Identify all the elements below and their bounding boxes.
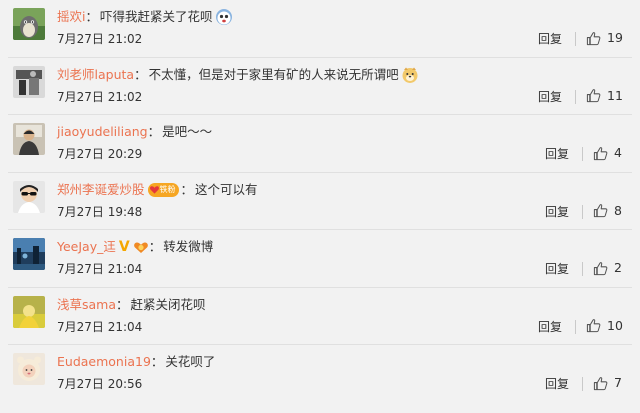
comment-text: 是吧～～ (162, 124, 213, 139)
comment-item: 刘老师laputa ： 不太懂，但是对于家里有矿的人来说无所谓吧 7月27日 2… (0, 58, 640, 115)
colon: ： (85, 9, 98, 24)
comment-item: Eudaemonia19 ： 关花呗了 7月27日 20:56 回复 7 (0, 345, 640, 403)
like-button[interactable]: 7 (593, 375, 622, 391)
avatar[interactable] (13, 8, 45, 40)
username[interactable]: 刘老师laputa (57, 65, 134, 85)
comment-time: 20:29 (107, 147, 143, 161)
divider (575, 89, 576, 104)
comment-item: jiaoyudeliliang ： 是吧～～ 7月27日 20:29 回复 4 (0, 115, 640, 173)
like-count: 7 (614, 375, 622, 390)
username[interactable]: jiaoyudeliliang (57, 122, 148, 142)
colon: ： (180, 181, 194, 197)
comment-list: 摇欢i ： 吓得我赶紧关了花呗 7月27日 21:02 回复 19 刘老师lap… (0, 0, 640, 413)
colon: ： (134, 66, 147, 82)
thumbs-up-icon (593, 261, 608, 275)
like-button[interactable]: 11 (586, 88, 623, 104)
comment-date: 7月27日 (57, 377, 104, 391)
colon: ： (147, 124, 161, 139)
divider (582, 147, 583, 161)
thumbs-up-icon (593, 204, 608, 218)
thumbs-up-icon (593, 146, 608, 160)
avatar[interactable] (13, 65, 45, 98)
doge-face-emoji-icon (401, 66, 419, 84)
like-count: 2 (614, 260, 622, 275)
comment-date: 7月27日 (57, 319, 104, 334)
comment-time: 21:02 (107, 32, 143, 46)
comment-timestamp: 7月27日 21:04 (57, 261, 142, 277)
thumbs-up-icon (586, 89, 601, 103)
avatar[interactable] (13, 353, 45, 385)
comment-time: 19:48 (107, 204, 143, 219)
colon: ： (148, 239, 162, 254)
thumbs-up-icon (593, 376, 608, 390)
comment-time: 20:56 (107, 377, 143, 391)
like-count: 11 (607, 87, 623, 103)
colon: ： (116, 296, 129, 312)
comment-date: 7月27日 (57, 89, 104, 104)
comment-timestamp: 7月27日 20:56 (57, 376, 142, 392)
reply-button[interactable]: 回复 (545, 376, 569, 392)
comment-item: YeeJay_迋 V ： 转发微博 7月27日 21:04 回复 2 (0, 230, 640, 288)
username[interactable]: 郑州李诞爱炒股 (57, 180, 145, 200)
username[interactable]: YeeJay_迋 (57, 237, 116, 257)
heart-icon (149, 186, 159, 194)
reply-button[interactable]: 回复 (538, 31, 562, 47)
username[interactable]: 浅草sama (57, 295, 116, 315)
comment-item: 浅草sama ： 赶紧关闭花呗 7月27日 21:04 回复 10 (0, 288, 640, 345)
comment-timestamp: 7月27日 20:29 (57, 146, 142, 162)
like-button[interactable]: 8 (593, 203, 622, 219)
reply-button[interactable]: 回复 (538, 319, 562, 335)
fan-badge: 铁粉 (147, 182, 181, 197)
comment-time: 21:02 (107, 89, 143, 104)
comment-date: 7月27日 (57, 262, 104, 276)
like-button[interactable]: 4 (593, 145, 622, 161)
comment-timestamp: 7月27日 21:02 (57, 89, 142, 105)
fan-badge-label: 铁粉 (159, 184, 176, 194)
comment-item: 郑州李诞爱炒股 铁粉 ： 这个可以有 7月27日 19:48 回复 8 (0, 173, 640, 230)
like-count: 8 (614, 202, 622, 218)
comment-text: 吓得我赶紧关了花呗 (100, 9, 213, 24)
reply-button[interactable]: 回复 (545, 261, 569, 277)
like-count: 10 (607, 317, 623, 333)
comment-text: 赶紧关闭花呗 (130, 296, 206, 312)
shocked-face-emoji-icon (215, 8, 233, 26)
comment-text: 转发微博 (163, 239, 214, 254)
divider (582, 204, 583, 219)
comment-date: 7月27日 (57, 147, 104, 161)
divider (582, 377, 583, 391)
colon: ： (150, 354, 164, 369)
comment-timestamp: 7月27日 21:02 (57, 31, 142, 47)
divider (575, 319, 576, 334)
comment-date: 7月27日 (57, 32, 104, 46)
username[interactable]: Eudaemonia19 (57, 352, 151, 372)
comment-timestamp: 7月27日 21:04 (57, 319, 142, 335)
like-button[interactable]: 19 (586, 30, 623, 46)
reply-button[interactable]: 回复 (545, 204, 569, 220)
like-count: 19 (607, 30, 623, 45)
avatar[interactable] (13, 238, 45, 270)
comment-text: 不太懂，但是对于家里有矿的人来说无所谓吧 (148, 66, 399, 82)
divider (582, 262, 583, 276)
divider (575, 32, 576, 46)
reply-button[interactable]: 回复 (545, 146, 569, 162)
thumbs-up-icon (586, 31, 601, 45)
comment-time: 21:04 (107, 319, 143, 334)
like-button[interactable]: 10 (586, 318, 623, 334)
verified-v-icon: V (118, 239, 130, 255)
comment-timestamp: 7月27日 19:48 (57, 204, 142, 220)
thumbs-up-icon (586, 319, 601, 333)
comment-item: 摇欢i ： 吓得我赶紧关了花呗 7月27日 21:02 回复 19 (0, 0, 640, 58)
comment-text: 这个可以有 (195, 181, 258, 197)
avatar[interactable] (13, 180, 45, 213)
level-badge-icon (133, 240, 149, 254)
comment-time: 21:04 (107, 262, 143, 276)
like-count: 4 (614, 145, 622, 160)
avatar[interactable] (13, 295, 45, 328)
comment-date: 7月27日 (57, 204, 104, 219)
avatar[interactable] (13, 123, 45, 155)
like-button[interactable]: 2 (593, 260, 622, 276)
reply-button[interactable]: 回复 (538, 89, 562, 105)
username[interactable]: 摇欢i (57, 7, 85, 27)
comment-text: 关花呗了 (165, 354, 216, 369)
